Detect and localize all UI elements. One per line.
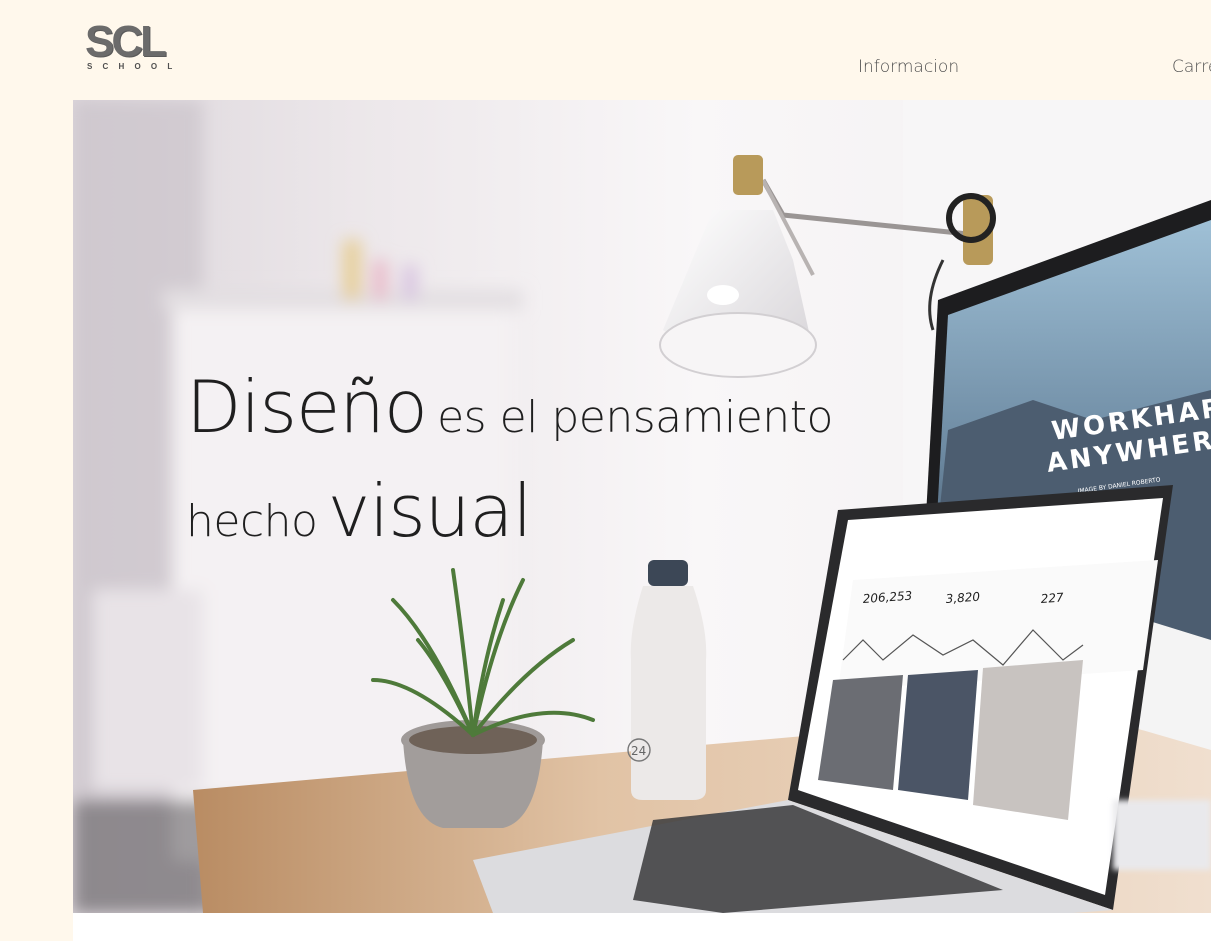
hero-title-part-3: hecho [186, 496, 318, 547]
nav-link-carreras[interactable]: Carre [1172, 57, 1211, 77]
logo[interactable]: SCL SCHOOL [85, 17, 177, 74]
laptop-stat-3: 227 [1040, 590, 1064, 606]
hero-section: WORKHARD ANYWHERE IMAGE BY DANIEL ROBERT… [73, 100, 1211, 913]
hero-title-word-diseno: Diseño [186, 365, 428, 449]
content-strip [73, 913, 1211, 941]
nav-link-informacion[interactable]: Informacion [858, 57, 959, 77]
hero-title-word-visual: visual [327, 469, 533, 553]
hero-title: Diseño es el pensamiento hecho visual [186, 362, 833, 570]
svg-text:24: 24 [631, 744, 646, 758]
logo-subtitle: SCHOOL [87, 62, 183, 71]
laptop-stat-2: 3,820 [945, 590, 981, 606]
logo-mark: SCL [85, 17, 167, 66]
hero-title-part-2: es el pensamiento [437, 392, 833, 443]
